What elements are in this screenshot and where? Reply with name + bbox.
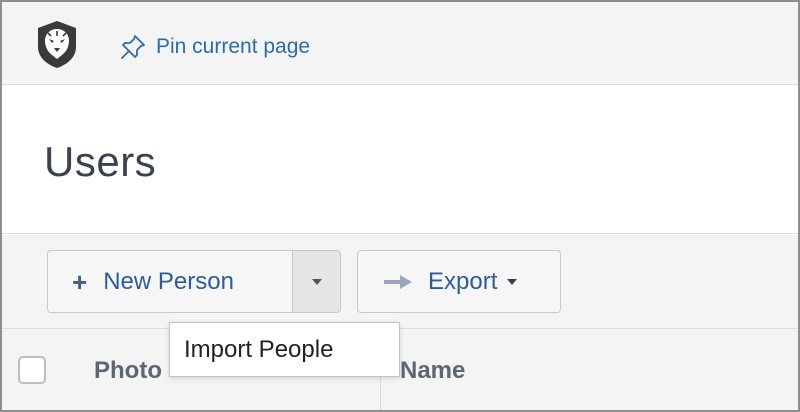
pin-current-page-label: Pin current page [156, 35, 311, 58]
select-all-checkbox[interactable] [18, 356, 46, 384]
new-person-button[interactable]: + New Person [47, 250, 293, 313]
menu-item-import-people[interactable]: Import People [170, 323, 399, 376]
top-bar: Pin current page [2, 2, 798, 85]
page-title: Users [44, 138, 157, 185]
column-header-name[interactable]: Name [400, 357, 465, 385]
caret-down-icon [507, 278, 518, 285]
app-window: Pin current page Users + New Person Expo… [0, 0, 800, 412]
pushpin-icon [121, 35, 145, 59]
arrow-right-icon [384, 274, 412, 289]
export-button[interactable]: Export [357, 250, 561, 313]
column-header-photo[interactable]: Photo [94, 357, 162, 385]
new-person-label: New Person [103, 267, 234, 295]
new-person-dropdown-menu: Import People [169, 322, 400, 377]
plus-icon: + [72, 266, 88, 297]
toolbar: + New Person Export [2, 235, 798, 328]
lion-head-icon[interactable] [32, 19, 82, 69]
export-label: Export [428, 267, 498, 295]
pin-current-page-link[interactable]: Pin current page [119, 32, 310, 62]
new-person-dropdown-toggle[interactable] [293, 250, 341, 313]
table-header: Photo Name [2, 328, 798, 410]
page-header: Users [2, 86, 798, 234]
caret-down-icon [311, 278, 322, 285]
new-person-split-button: + New Person [47, 250, 341, 313]
